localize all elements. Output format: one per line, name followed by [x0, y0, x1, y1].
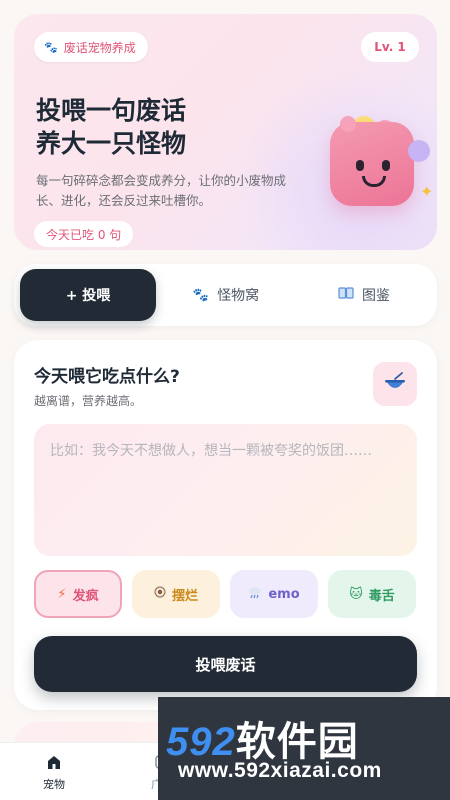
level-badge[interactable]: Lv. 1 [361, 32, 419, 62]
feed-subtitle: 越离谱，营养越高。 [34, 394, 143, 408]
mood-sharp-tongue-label: 毒舌 [368, 588, 395, 604]
tab-feed[interactable]: + 投喂 [20, 269, 156, 321]
feed-card: 今天喂它吃点什么? 越离谱，营养越高。 ⚡ 发疯 摆烂 emo 🐱 毒舌 投喂废… [14, 340, 437, 710]
tab-monster-nest[interactable]: 🐾 怪物窝 [158, 269, 294, 321]
watermark-url: www.592xiazai.com [178, 759, 382, 782]
book-icon [338, 286, 354, 304]
lightning-icon: ⚡ [57, 586, 67, 602]
monster-bubble [408, 140, 430, 162]
nav-item-pet[interactable]: 宠物 [9, 743, 99, 800]
mood-slack-label: 摆烂 [171, 588, 198, 604]
hero-description: 每一句碎碎念都会变成养分，让你的小废物成长、进化，还会反过来吐槽你。 [36, 173, 287, 208]
tab-bar: + 投喂 🐾 怪物窝 图鉴 [14, 264, 437, 326]
rain-cloud-icon [248, 585, 262, 603]
hero-card: 🐾 废话宠物养成 Lv. 1 投喂一句废话 养大一只怪物 每一句碎碎念都会变成养… [14, 14, 437, 250]
hero-title-line2: 养大一只怪物 [36, 129, 187, 158]
sparkle-icon: ✦ [420, 182, 434, 201]
bowl-icon [383, 371, 407, 397]
today-count-badge: 今天已吃 0 句 [34, 221, 134, 247]
tab-feed-label: + 投喂 [65, 288, 111, 304]
mood-crazy-button[interactable]: ⚡ 发疯 [34, 570, 122, 618]
monster-eye-left [356, 160, 364, 171]
nonsense-input[interactable] [34, 424, 417, 556]
app-tag-chip: 🐾 废话宠物养成 [34, 32, 148, 62]
mood-emo-label: emo [268, 586, 300, 602]
bowl-button[interactable] [373, 362, 417, 406]
app-tag-label: 废话宠物养成 [63, 40, 136, 55]
cat-icon: 🐱 [349, 586, 363, 602]
egg-icon [154, 586, 166, 602]
watermark-logo-number: 592 [166, 720, 236, 764]
monster-avatar[interactable]: ✦ [324, 112, 434, 222]
monster-eye-right [382, 160, 390, 171]
monster-bubble [340, 116, 356, 132]
hero-title: 投喂一句废话 养大一只怪物 [36, 94, 186, 160]
submit-feed-button[interactable]: 投喂废话 [34, 636, 417, 692]
tab-monster-nest-label: 怪物窝 [217, 288, 260, 304]
home-icon [44, 752, 64, 772]
watermark-overlay: 592软件园 www.592xiazai.com [158, 697, 450, 800]
mood-crazy-label: 发疯 [72, 588, 99, 604]
mood-slack-button[interactable]: 摆烂 [132, 570, 220, 618]
mood-sharp-tongue-button[interactable]: 🐱 毒舌 [328, 570, 416, 618]
paw-icon: 🐾 [44, 40, 58, 54]
paw-icon: 🐾 [192, 287, 210, 303]
monster-body [330, 122, 414, 206]
nav-item-pet-label: 宠物 [43, 778, 65, 791]
tab-collection-label: 图鉴 [362, 288, 390, 304]
feed-title: 今天喂它吃点什么? [34, 367, 180, 387]
mood-emo-button[interactable]: emo [230, 570, 318, 618]
hero-title-line1: 投喂一句废话 [36, 96, 187, 125]
watermark-logo-text: 软件园 [235, 720, 359, 764]
tab-collection[interactable]: 图鉴 [296, 269, 432, 321]
